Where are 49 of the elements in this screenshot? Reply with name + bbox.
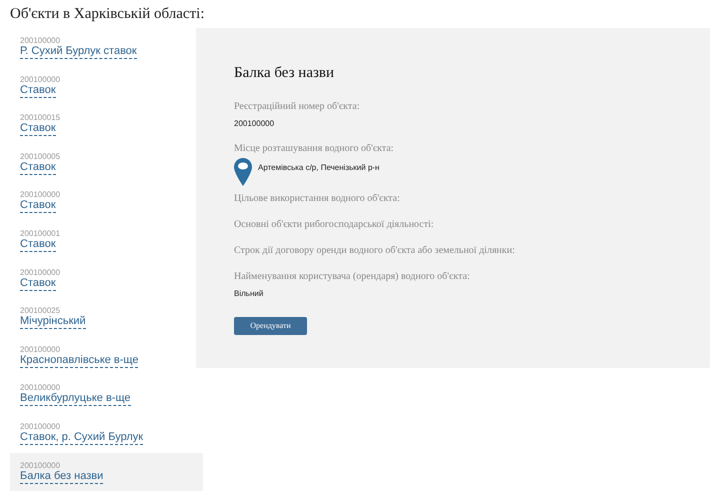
object-list-item[interactable]: 200100000 Балка без назви <box>10 452 203 492</box>
field-value: Вільний <box>234 288 264 300</box>
object-link[interactable]: Балка без назви <box>20 470 104 484</box>
map-pin-icon <box>234 158 252 186</box>
object-code: 200100005 <box>20 152 60 161</box>
field-label: Основні об'єкти рибогосподарської діяльності: <box>234 218 435 232</box>
object-list-item[interactable]: 200100015 Ставок <box>10 105 196 144</box>
object-link[interactable]: Ставок <box>20 199 56 214</box>
object-link[interactable]: Ставок <box>20 276 56 291</box>
object-list-item[interactable]: 200100005 Ставок <box>10 144 196 182</box>
object-code: 200100000 <box>20 460 60 470</box>
object-list-item[interactable]: 200100025 Мічурінський <box>10 298 196 337</box>
object-link[interactable]: Ставок <box>20 122 56 136</box>
object-code: 200100000 <box>20 74 60 84</box>
object-code: 200100000 <box>20 344 60 354</box>
field-label: Реєстраційний номер об'єкта: <box>234 100 361 114</box>
field-value: 200100000 <box>234 118 276 130</box>
object-list-item[interactable]: 200100000 Ставок <box>10 260 196 298</box>
field-label: Найменування користувача (орендаря) водного об'єкта: <box>234 270 471 284</box>
page-heading: Об'єкти в Харківській області: <box>9 5 206 24</box>
object-code: 200100000 <box>20 422 60 431</box>
object-link[interactable]: Ставок <box>20 238 56 252</box>
object-link[interactable]: Великбурлуцьке в-ще <box>20 392 130 406</box>
object-list-item[interactable]: 200100001 Ставок <box>10 220 196 260</box>
object-code: 200100000 <box>20 36 60 45</box>
object-title: Балка без назви <box>234 64 336 82</box>
object-code: 200100001 <box>20 228 60 238</box>
field-label: Строк дії договору оренди водного об'єкта або земельної ділянки: <box>234 244 516 258</box>
rent-button[interactable]: Орендувати <box>234 317 307 335</box>
object-list-item[interactable]: 200100000 Великбурлуцьке в-ще <box>10 375 196 414</box>
object-list-item[interactable]: 200100000 Ставок <box>10 66 196 106</box>
object-code: 200100000 <box>20 383 60 392</box>
object-link[interactable]: Ставок, р. Сухий Бурлук <box>20 430 144 445</box>
object-link[interactable]: Ставок <box>20 160 56 175</box>
object-list-item[interactable]: 200100000 Краснопавлівське в-ще <box>10 336 196 376</box>
field-label: Цільове використання водного об'єкта: <box>234 192 401 206</box>
object-list-item[interactable]: 200100000 Р. Сухий Бурлук ставок <box>10 28 196 67</box>
object-code: 200100025 <box>20 306 60 316</box>
object-list-item[interactable]: 200100000 Ставок <box>10 182 196 221</box>
object-link[interactable]: Р. Сухий Бурлук ставок <box>20 45 137 59</box>
object-list-item[interactable]: 200100000 Ставок, р. Сухий Бурлук <box>10 414 196 453</box>
object-link[interactable]: Ставок <box>20 84 56 98</box>
object-link[interactable]: Краснопавлівське в-ще <box>20 354 138 368</box>
object-code: 200100015 <box>20 113 60 122</box>
object-code: 200100000 <box>20 190 60 200</box>
object-link[interactable]: Мічурінський <box>20 315 86 330</box>
field-label: Місце розташування водного об'єкта: <box>234 142 395 156</box>
field-value: Артемівська с/р, Печенізький р-н <box>258 162 380 174</box>
object-code: 200100000 <box>20 268 60 277</box>
